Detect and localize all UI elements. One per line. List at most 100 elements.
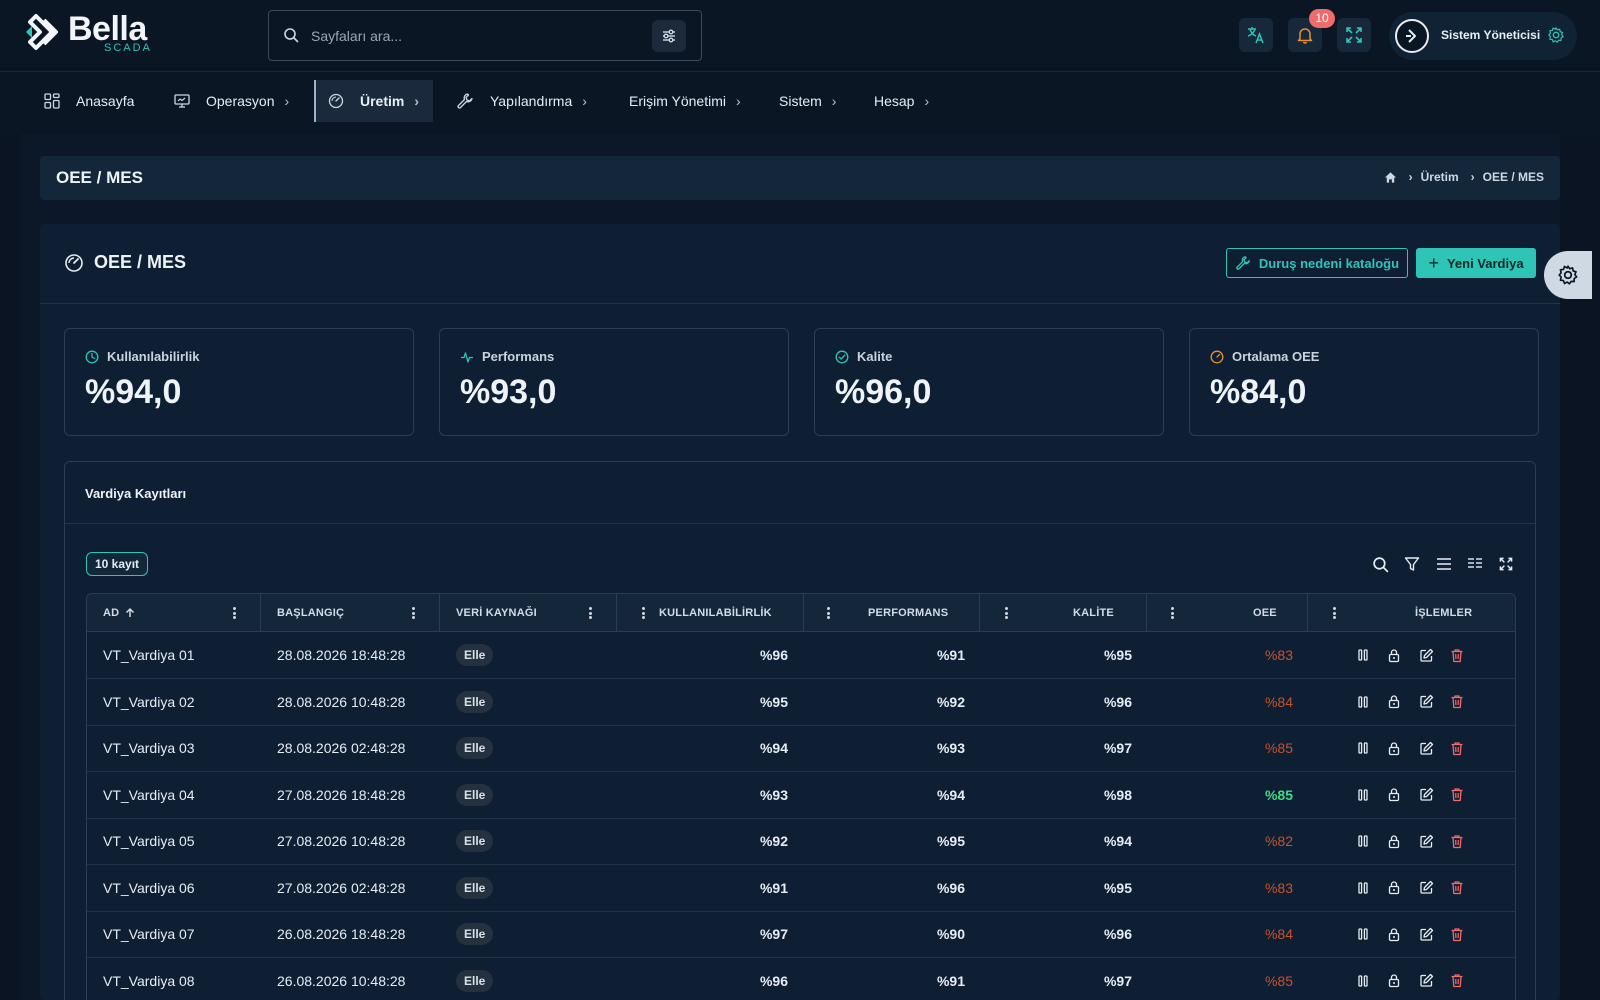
nav-item-hesap[interactable]: Hesap › bbox=[874, 80, 929, 122]
start-time-cell: 26.08.2026 18:48:28 bbox=[277, 926, 406, 942]
kpi-availability: Kullanılabilirlik %94,0 bbox=[64, 328, 414, 436]
pause-icon bbox=[1358, 742, 1368, 754]
column-header-performans[interactable]: PERFORMANS bbox=[868, 594, 948, 632]
lock-button[interactable] bbox=[1386, 694, 1402, 710]
column-menu-button[interactable] bbox=[227, 606, 241, 620]
dashboard-icon bbox=[44, 93, 60, 109]
pause-button[interactable] bbox=[1355, 973, 1371, 989]
column-header-oee[interactable]: OEE bbox=[1253, 594, 1277, 632]
lock-button[interactable] bbox=[1386, 973, 1402, 989]
edit-button[interactable] bbox=[1418, 647, 1434, 663]
pause-icon bbox=[1358, 788, 1368, 801]
table-row[interactable]: VT_Vardiya 03 28.08.2026 02:48:28 Elle %94%… bbox=[87, 725, 1515, 772]
table-fullscreen-button[interactable] bbox=[1496, 554, 1516, 574]
pause-button[interactable] bbox=[1355, 926, 1371, 942]
pause-button[interactable] bbox=[1355, 694, 1371, 710]
gauge-icon bbox=[65, 253, 83, 272]
nav-item-uretim[interactable]: Üretim › bbox=[314, 80, 434, 122]
kpi-label-text: Kullanılabilirlik bbox=[107, 349, 200, 364]
pause-button[interactable] bbox=[1355, 787, 1371, 803]
edit-icon bbox=[1419, 787, 1433, 801]
delete-button[interactable] bbox=[1449, 973, 1465, 989]
delete-button[interactable] bbox=[1449, 647, 1465, 663]
breadcrumb-item[interactable]: Üretim bbox=[1421, 170, 1459, 184]
lock-button[interactable] bbox=[1386, 647, 1402, 663]
table-row[interactable]: VT_Vardiya 02 28.08.2026 10:48:28 Elle %95%… bbox=[87, 679, 1515, 726]
source-badge: Elle bbox=[456, 830, 494, 852]
column-header-kalite[interactable]: KALİTE bbox=[1073, 594, 1114, 632]
chevron-right-icon: › bbox=[582, 93, 587, 109]
nav-item-erisim-yonetimi[interactable]: Erişim Yönetimi › bbox=[629, 80, 741, 122]
edit-button[interactable] bbox=[1418, 740, 1434, 756]
fullscreen-button[interactable] bbox=[1337, 18, 1371, 52]
delete-button[interactable] bbox=[1449, 740, 1465, 756]
edit-button[interactable] bbox=[1418, 926, 1434, 942]
delete-button[interactable] bbox=[1449, 926, 1465, 942]
table-row[interactable]: VT_Vardiya 08 26.08.2026 10:48:28 Elle %96%… bbox=[87, 958, 1515, 1000]
user-menu[interactable]: Sistem Yöneticisi bbox=[1389, 12, 1577, 60]
lock-button[interactable] bbox=[1386, 926, 1402, 942]
table-search-button[interactable] bbox=[1370, 554, 1390, 574]
table-row[interactable]: VT_Vardiya 07 26.08.2026 18:48:28 Elle %97%… bbox=[87, 911, 1515, 958]
table-row[interactable]: VT_Vardiya 06 27.08.2026 02:48:28 Elle %91%… bbox=[87, 865, 1515, 912]
nav-label: Üretim bbox=[360, 93, 405, 109]
nav-item-sistem[interactable]: Sistem › bbox=[779, 80, 836, 122]
table-row[interactable]: VT_Vardiya 04 27.08.2026 18:48:28 Elle %93%… bbox=[87, 772, 1515, 819]
column-divider bbox=[616, 594, 617, 632]
column-header-veri-kaynagi[interactable]: VERİ KAYNAĞI bbox=[456, 594, 537, 632]
oee-cell: %84 bbox=[1264, 926, 1293, 942]
edit-button[interactable] bbox=[1418, 833, 1434, 849]
column-menu-button[interactable] bbox=[821, 606, 835, 620]
gear-icon[interactable] bbox=[1547, 26, 1565, 44]
lock-button[interactable] bbox=[1386, 880, 1402, 896]
column-header-baslangic[interactable]: BAŞLANGIÇ bbox=[277, 594, 344, 632]
search-input[interactable] bbox=[311, 23, 641, 49]
new-shift-button[interactable]: + Yeni Vardiya bbox=[1416, 248, 1536, 278]
table-row[interactable]: VT_Vardiya 05 27.08.2026 10:48:28 Elle %92%… bbox=[87, 818, 1515, 865]
table-columns-button[interactable] bbox=[1465, 554, 1485, 574]
quality-cell: %95 bbox=[1103, 647, 1132, 663]
column-menu-button[interactable] bbox=[406, 606, 420, 620]
edit-button[interactable] bbox=[1418, 694, 1434, 710]
nav-item-anasayfa[interactable]: Anasayfa bbox=[44, 80, 134, 122]
nav-item-operasyon[interactable]: Operasyon › bbox=[174, 80, 289, 122]
delete-button[interactable] bbox=[1449, 694, 1465, 710]
table-density-button[interactable] bbox=[1434, 554, 1454, 574]
table-row[interactable]: VT_Vardiya 01 28.08.2026 18:48:28 Elle %96%… bbox=[87, 632, 1515, 679]
column-menu-button[interactable] bbox=[999, 606, 1013, 620]
pause-button[interactable] bbox=[1355, 647, 1371, 663]
column-menu-button[interactable] bbox=[583, 606, 597, 620]
pause-button[interactable] bbox=[1355, 833, 1371, 849]
delete-button[interactable] bbox=[1449, 787, 1465, 803]
pause-button[interactable] bbox=[1355, 740, 1371, 756]
language-button[interactable] bbox=[1239, 18, 1273, 52]
delete-button[interactable] bbox=[1449, 880, 1465, 896]
edit-button[interactable] bbox=[1418, 880, 1434, 896]
column-menu-button[interactable] bbox=[636, 606, 650, 620]
lock-button[interactable] bbox=[1386, 787, 1402, 803]
settings-drawer-button[interactable] bbox=[1544, 251, 1592, 299]
nav-item-yapilandirma[interactable]: Yapılandırma › bbox=[456, 80, 587, 122]
column-header-kullanilabilirlik[interactable]: KULLANILABİLİRLİK bbox=[659, 594, 772, 632]
delete-button[interactable] bbox=[1449, 833, 1465, 849]
downtime-catalog-button[interactable]: Duruş nedeni kataloğu bbox=[1226, 248, 1408, 278]
trash-icon bbox=[1451, 648, 1463, 662]
table-filter-button[interactable] bbox=[1402, 554, 1422, 574]
pause-icon bbox=[1358, 928, 1368, 940]
oee-cell: %83 bbox=[1264, 879, 1293, 896]
lock-button[interactable] bbox=[1386, 833, 1402, 849]
column-header-ad[interactable]: AD bbox=[103, 594, 136, 632]
kpi-value: %84,0 bbox=[1210, 373, 1307, 411]
edit-button[interactable] bbox=[1418, 973, 1434, 989]
search-filter-button[interactable] bbox=[652, 20, 686, 52]
quality-cell: %94 bbox=[1103, 833, 1132, 849]
bella-logo[interactable]: Bella SCADA bbox=[22, 10, 172, 56]
edit-icon bbox=[1419, 927, 1433, 941]
lock-button[interactable] bbox=[1386, 740, 1402, 756]
home-icon[interactable] bbox=[1384, 171, 1397, 184]
column-menu-button[interactable] bbox=[1327, 606, 1341, 620]
edit-button[interactable] bbox=[1418, 787, 1434, 803]
column-menu-button[interactable] bbox=[1165, 606, 1179, 620]
pause-button[interactable] bbox=[1355, 880, 1371, 896]
source-cell: Elle bbox=[456, 679, 494, 725]
